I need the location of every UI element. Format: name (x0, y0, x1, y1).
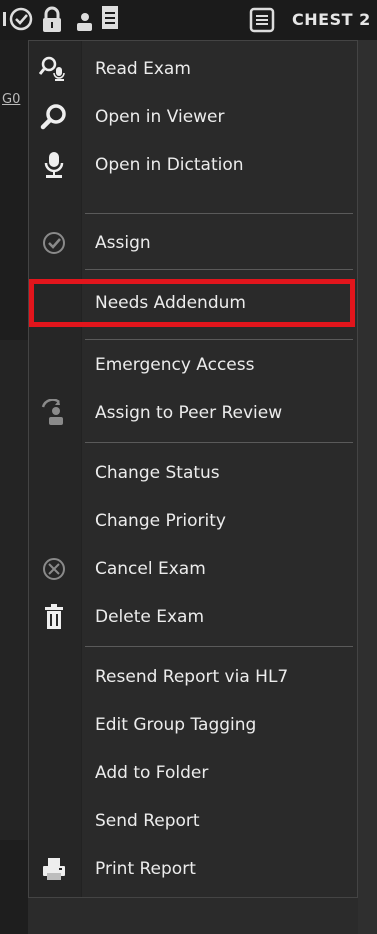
note-icon[interactable] (0, 10, 8, 34)
menu-item-open-in-dictation[interactable]: Open in Dictation (29, 145, 357, 185)
menu-item-label: Change Priority (95, 511, 226, 531)
lock-icon[interactable] (40, 6, 64, 38)
menu-item-cancel-exam[interactable]: Cancel Exam (29, 549, 357, 589)
menu-item-change-status[interactable]: Change Status (29, 453, 357, 493)
left-panel-block (0, 340, 28, 840)
menu-item-label: Delete Exam (95, 607, 205, 627)
menu-item-label: Edit Group Tagging (95, 715, 257, 735)
menu-item-print-report[interactable]: Print Report (29, 849, 357, 889)
menu-item-read-exam[interactable]: Read Exam (29, 49, 357, 89)
trash-icon (39, 603, 69, 631)
menu-item-label: Assign (95, 233, 151, 253)
menu-item-assign-to-peer-review[interactable]: Assign to Peer Review (29, 393, 357, 433)
read-exam-icon (39, 55, 69, 83)
menu-item-resend-report-via-hl7[interactable]: Resend Report via HL7 (29, 657, 357, 697)
menu-item-label: Print Report (95, 859, 196, 879)
menu-item-add-to-folder[interactable]: Add to Folder (29, 753, 357, 793)
menu-item-label: Resend Report via HL7 (95, 667, 289, 687)
menu-item-delete-exam[interactable]: Delete Exam (29, 597, 357, 637)
menu-separator (85, 213, 353, 214)
menu-item-label: Cancel Exam (95, 559, 206, 579)
menu-item-emergency-access[interactable]: Emergency Access (29, 345, 357, 385)
top-toolbar: CHEST 2 (0, 0, 377, 41)
highlight-box (29, 279, 355, 327)
menu-separator (85, 339, 353, 340)
menu-item-open-in-viewer[interactable]: Open in Viewer (29, 97, 357, 137)
menu-item-label: Read Exam (95, 59, 191, 79)
menu-item-label: Emergency Access (95, 355, 255, 375)
menu-item-label: Send Report (95, 811, 200, 831)
background-panel (358, 40, 377, 934)
left-panel: G0 (0, 40, 28, 934)
menu-separator (85, 269, 353, 270)
context-menu: Read Exam Open in Viewer Open in Dictati… (28, 40, 358, 898)
menu-item-edit-group-tagging[interactable]: Edit Group Tagging (29, 705, 357, 745)
left-link[interactable]: G0 (2, 92, 20, 107)
menu-item-label: Assign to Peer Review (95, 403, 283, 423)
magnifier-icon (39, 103, 69, 131)
menu-item-assign[interactable]: Assign (29, 223, 357, 263)
menu-item-label: Change Status (95, 463, 220, 483)
exam-title: CHEST 2 (292, 10, 371, 29)
report-icon[interactable] (248, 6, 276, 38)
microphone-icon (39, 151, 69, 179)
check-circle-icon (39, 229, 69, 257)
user-icon[interactable] (74, 10, 94, 36)
menu-item-change-priority[interactable]: Change Priority (29, 501, 357, 541)
menu-item-send-report[interactable]: Send Report (29, 801, 357, 841)
menu-item-label: Open in Viewer (95, 107, 225, 127)
menu-separator (85, 646, 353, 647)
printer-icon (39, 855, 69, 883)
menu-separator (85, 442, 353, 443)
check-circle-icon[interactable] (8, 6, 34, 36)
cancel-circle-icon (39, 555, 69, 583)
menu-item-label: Open in Dictation (95, 155, 244, 175)
menu-item-label: Add to Folder (95, 763, 209, 783)
document-icon[interactable] (100, 4, 120, 36)
peer-review-icon (39, 399, 69, 427)
